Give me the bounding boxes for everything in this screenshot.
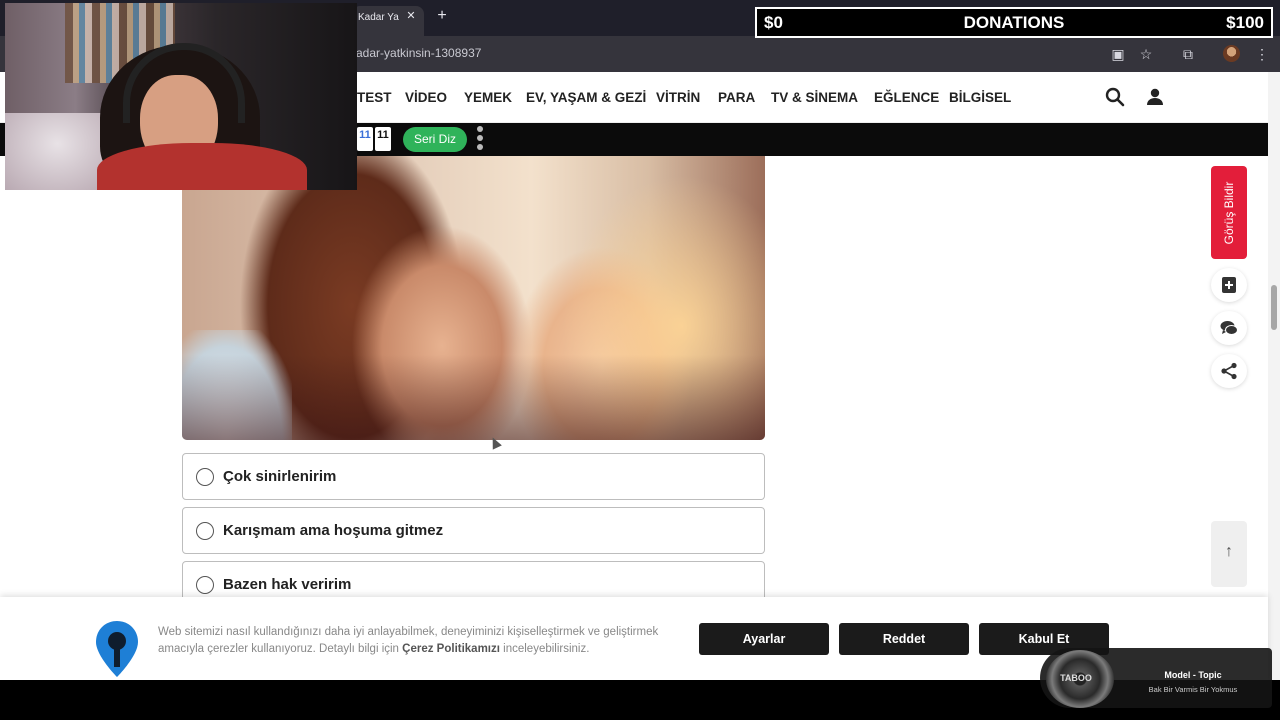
answer-label: Karışmam ama hoşuma gitmez [223, 522, 444, 539]
image-shade [182, 156, 765, 440]
nav-item-ev-yasam-gezi[interactable]: EV, YAŞAM & GEZİ [526, 90, 646, 105]
cookie-policy-link[interactable]: Çerez Politikamızı [402, 643, 500, 655]
new-tab-button[interactable]: + [434, 6, 450, 26]
seri-diz-button[interactable]: Seri Diz [403, 127, 467, 152]
track-artist: Model - Topic [1164, 670, 1222, 680]
webcam-overlay [5, 3, 357, 190]
donations-overlay: DONATIONS $0 $100 [755, 7, 1273, 38]
comments-icon [1220, 321, 1238, 335]
scrollbar-thumb[interactable] [1271, 285, 1277, 330]
streak-tile-1[interactable]: 11 [357, 127, 373, 151]
radio-button-icon[interactable] [196, 576, 214, 594]
bookmark-star-icon[interactable]: ☆ [1136, 44, 1156, 64]
answer-option-2[interactable]: Karışmam ama hoşuma gitmez [182, 507, 765, 554]
extensions-icon[interactable]: ⧉ [1178, 44, 1198, 64]
screen: { "browser": { "tab_title": "Kadar Ya", … [0, 0, 1280, 720]
site-logo-icon [96, 621, 138, 677]
share-button[interactable] [1211, 354, 1247, 388]
nav-item-para[interactable]: PARA [718, 90, 755, 105]
search-icon[interactable] [1104, 86, 1126, 108]
cookie-message: Web sitemizi nasıl kullandığınızı daha i… [158, 624, 688, 658]
arrow-up-icon: ↑ [1225, 543, 1233, 560]
donations-goal: $100 [1226, 13, 1264, 32]
user-icon[interactable] [1144, 86, 1166, 108]
streak-tile-2[interactable]: 11 [375, 127, 391, 151]
answer-option-1[interactable]: Çok sinirlenirim [182, 453, 765, 500]
cookie-reject-button[interactable]: Reddet [839, 623, 969, 655]
tab-close-icon[interactable]: ✕ [404, 8, 418, 24]
tab-title: Kadar Ya [358, 12, 399, 23]
nav-item-bilgisel[interactable]: BİLGİSEL [949, 90, 1011, 105]
browser-menu-icon[interactable]: ⋮ [1252, 44, 1272, 64]
cookie-settings-button[interactable]: Ayarlar [699, 623, 829, 655]
nav-item-video[interactable]: VİDEO [405, 90, 447, 105]
install-app-icon[interactable]: ▣ [1108, 44, 1128, 64]
url-text[interactable]: kadar-yatkinsin-1308937 [350, 46, 481, 60]
streamer-hoodie [97, 143, 307, 190]
share-icon [1221, 362, 1237, 380]
feedback-label: Görüş Bildir [1222, 181, 1236, 244]
radio-button-icon[interactable] [196, 468, 214, 486]
cookie-text-after: inceleyebilirsiniz. [499, 643, 590, 655]
comments-button[interactable] [1211, 311, 1247, 345]
answer-label: Bazen hak veririm [223, 576, 352, 593]
answer-label: Çok sinirlenirim [223, 468, 337, 485]
scroll-to-top-button[interactable]: ↑ [1211, 521, 1247, 587]
nav-item-tv-sinema[interactable]: TV & SİNEMA [771, 90, 858, 105]
radio-button-icon[interactable] [196, 522, 214, 540]
more-options-icon[interactable] [476, 126, 484, 154]
album-label: TABOO [1060, 673, 1092, 683]
donations-title: DONATIONS [963, 13, 1065, 32]
page-scrollbar[interactable] [1268, 72, 1280, 680]
nav-item-eglence[interactable]: EĞLENCE [874, 90, 939, 105]
nav-item-yemek[interactable]: YEMEK [464, 90, 512, 105]
feedback-button[interactable]: Görüş Bildir [1211, 166, 1247, 259]
background-pillow [5, 113, 110, 190]
question-image [182, 156, 765, 440]
now-playing-overlay: TABOO Model - Topic Bak Bir Varmis Bir Y… [1040, 648, 1272, 708]
nav-item-test[interactable]: TEST [357, 90, 392, 105]
nav-item-vitrin[interactable]: VİTRİN [656, 90, 700, 105]
profile-avatar[interactable] [1223, 45, 1240, 62]
add-to-collection-button[interactable] [1211, 268, 1247, 302]
donations-current: $0 [764, 13, 783, 32]
track-title: Bak Bir Varmis Bir Yokmus [1148, 685, 1238, 694]
bookmark-add-icon [1222, 277, 1236, 293]
